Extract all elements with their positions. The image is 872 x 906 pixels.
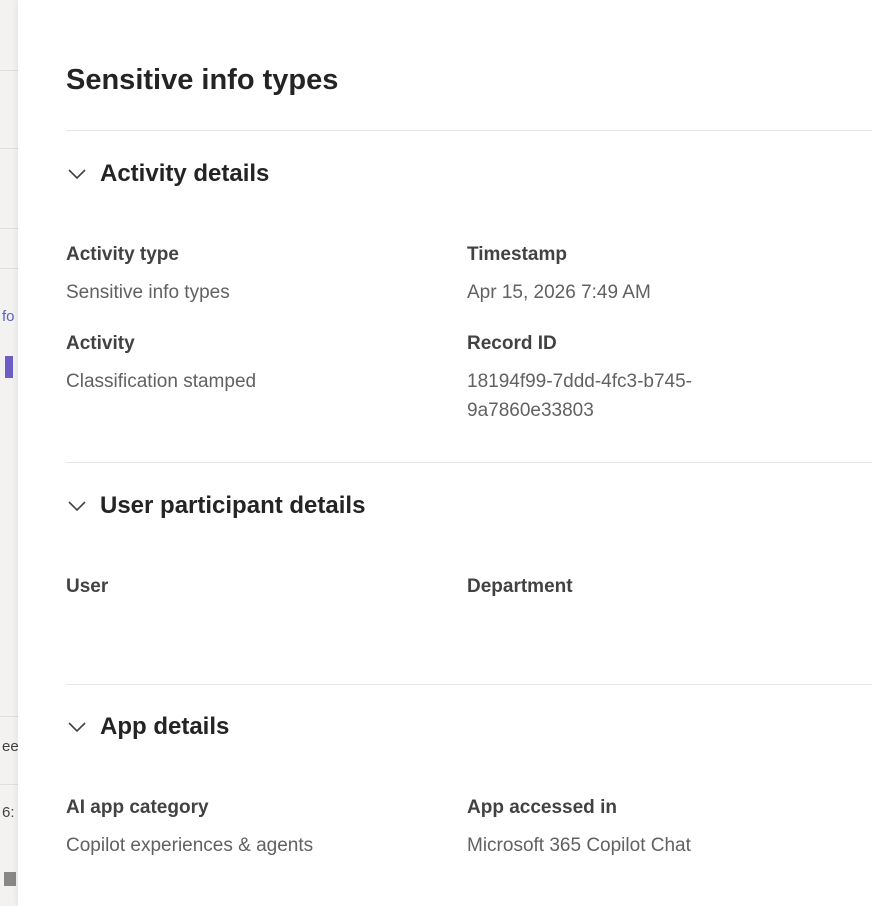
activity-value: Classification stamped [66, 371, 257, 392]
ai-app-category-label: AI app category [66, 797, 209, 818]
background-text-fragment: 6: [2, 804, 15, 821]
chevron-down-icon [68, 501, 86, 512]
user-label: User [66, 576, 109, 597]
timestamp-label: Timestamp [467, 244, 567, 265]
activity-details-toggle[interactable]: Activity details [66, 160, 269, 188]
divider [66, 130, 872, 131]
background-divider [0, 70, 18, 71]
background-divider [0, 784, 18, 785]
panel-title: Sensitive info types [66, 64, 339, 96]
background-accent-bar [5, 356, 13, 378]
background-scrollbar-thumb[interactable] [4, 872, 16, 886]
chevron-down-icon [68, 722, 86, 733]
section-title-app-details: App details [100, 713, 230, 740]
divider [66, 684, 872, 685]
background-divider [0, 228, 18, 229]
activity-label: Activity [66, 333, 135, 354]
app-details-toggle[interactable]: App details [66, 713, 229, 741]
chevron-down-icon [68, 169, 86, 180]
timestamp-value: Apr 15, 2026 7:49 AM [467, 282, 651, 303]
record-id-label: Record ID [467, 333, 557, 354]
background-divider [0, 268, 18, 269]
background-text-fragment: fo [2, 308, 15, 325]
page: fo ee 6: Sensitive info types Activity d… [0, 0, 872, 906]
user-value-redacted [66, 612, 166, 634]
background-text-fragment: ee [2, 738, 18, 755]
record-id-value: 18194f99-7ddd-4fc3-b745-9a7860e33803 [467, 371, 693, 421]
app-accessed-in-label: App accessed in [467, 797, 617, 818]
section-title-activity-details: Activity details [100, 160, 270, 187]
divider [66, 462, 872, 463]
app-accessed-in-value: Microsoft 365 Copilot Chat [467, 835, 691, 856]
ai-app-category-value: Copilot experiences & agents [66, 835, 314, 856]
background-divider [0, 148, 18, 149]
background-divider [0, 716, 18, 717]
user-participant-details-toggle[interactable]: User participant details [66, 492, 365, 520]
department-label: Department [467, 576, 573, 597]
background-page-strip: fo ee 6: [0, 0, 18, 906]
activity-type-label: Activity type [66, 244, 179, 265]
department-value-redacted [467, 612, 747, 634]
activity-type-value: Sensitive info types [66, 282, 230, 303]
section-title-user-participant-details: User participant details [100, 492, 366, 519]
details-panel: Sensitive info types Activity details Ac… [18, 0, 872, 906]
